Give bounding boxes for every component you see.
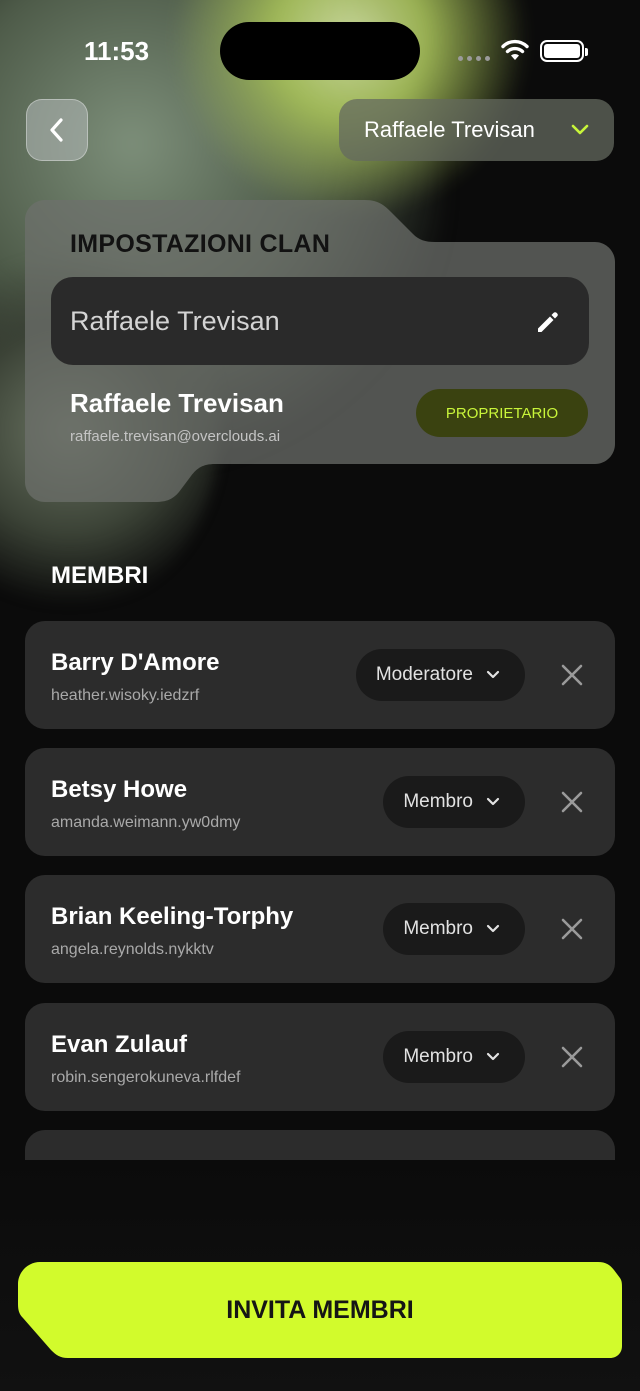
owner-name: Raffaele Trevisan [70, 388, 284, 418]
pencil-icon [538, 312, 558, 332]
dynamic-island [220, 22, 420, 80]
member-row: Barry D'Amore heather.wisoky.iedzrf Mode… [25, 621, 615, 729]
member-row: Brian Keeling-Torphy angela.reynolds.nyk… [25, 875, 615, 983]
remove-member-icon[interactable] [559, 916, 585, 942]
member-role-label: Membro [403, 1046, 473, 1067]
member-role-dropdown[interactable]: Membro [383, 1031, 525, 1083]
member-name: Evan Zulauf [51, 1031, 188, 1058]
remove-member-icon[interactable] [559, 789, 585, 815]
member-handle: angela.reynolds.nykktv [51, 941, 214, 958]
edit-name-button[interactable] [533, 307, 563, 337]
account-selector-label: Raffaele Trevisan [364, 117, 535, 142]
account-selector[interactable]: Raffaele Trevisan [339, 99, 614, 161]
member-role-label: Moderatore [375, 664, 473, 685]
member-handle: robin.sengerokuneva.rlfdef [51, 1069, 241, 1086]
member-row: Evan Zulauf robin.sengerokuneva.rlfdef M… [25, 1003, 615, 1111]
remove-member-icon[interactable] [559, 662, 585, 688]
member-handle: amanda.weimann.yw0dmy [51, 814, 241, 831]
battery-icon [540, 40, 588, 62]
clan-settings-card: IMPOSTAZIONI CLAN Raffaele Trevisan raff… [25, 200, 615, 502]
member-role-label: Membro [403, 918, 473, 939]
member-role-dropdown[interactable]: Moderatore [355, 649, 525, 701]
clan-name-field[interactable] [51, 277, 589, 365]
member-row-partial [25, 1130, 615, 1161]
members-list[interactable]: Barry D'Amore heather.wisoky.iedzrf Mode… [25, 621, 615, 1161]
invite-members-label: INVITA MEMBRI [226, 1295, 414, 1324]
owner-role-badge: PROPRIETARIO [416, 389, 588, 437]
clan-settings-title: IMPOSTAZIONI CLAN [70, 230, 331, 258]
chevron-down-icon [486, 797, 500, 806]
chevron-down-icon [571, 124, 589, 135]
member-name: Betsy Howe [51, 776, 188, 803]
chevron-down-icon [486, 924, 500, 933]
wifi-icon [501, 39, 529, 60]
member-row: Betsy Howe amanda.weimann.yw0dmy Membro [25, 748, 615, 856]
chevron-left-icon [50, 118, 63, 142]
members-section-title: MEMBRI [51, 562, 149, 589]
invite-members-button[interactable]: INVITA MEMBRI [18, 1262, 622, 1358]
member-name: Barry D'Amore [51, 649, 220, 676]
signal-dots-icon [458, 56, 490, 61]
remove-member-icon[interactable] [559, 1044, 585, 1070]
owner-email: raffaele.trevisan@overclouds.ai [70, 428, 281, 445]
chevron-down-icon [486, 1052, 500, 1061]
member-name: Brian Keeling-Torphy [51, 903, 294, 930]
status-time: 11:53 [84, 36, 150, 66]
back-button[interactable] [26, 99, 88, 161]
member-handle: heather.wisoky.iedzrf [51, 687, 200, 704]
status-bar: 11:53 [0, 0, 640, 100]
member-role-dropdown[interactable]: Membro [383, 776, 525, 828]
chevron-down-icon [486, 670, 500, 679]
member-role-label: Membro [403, 791, 473, 812]
clan-name-input[interactable] [70, 305, 510, 337]
member-role-dropdown[interactable]: Membro [383, 903, 525, 955]
